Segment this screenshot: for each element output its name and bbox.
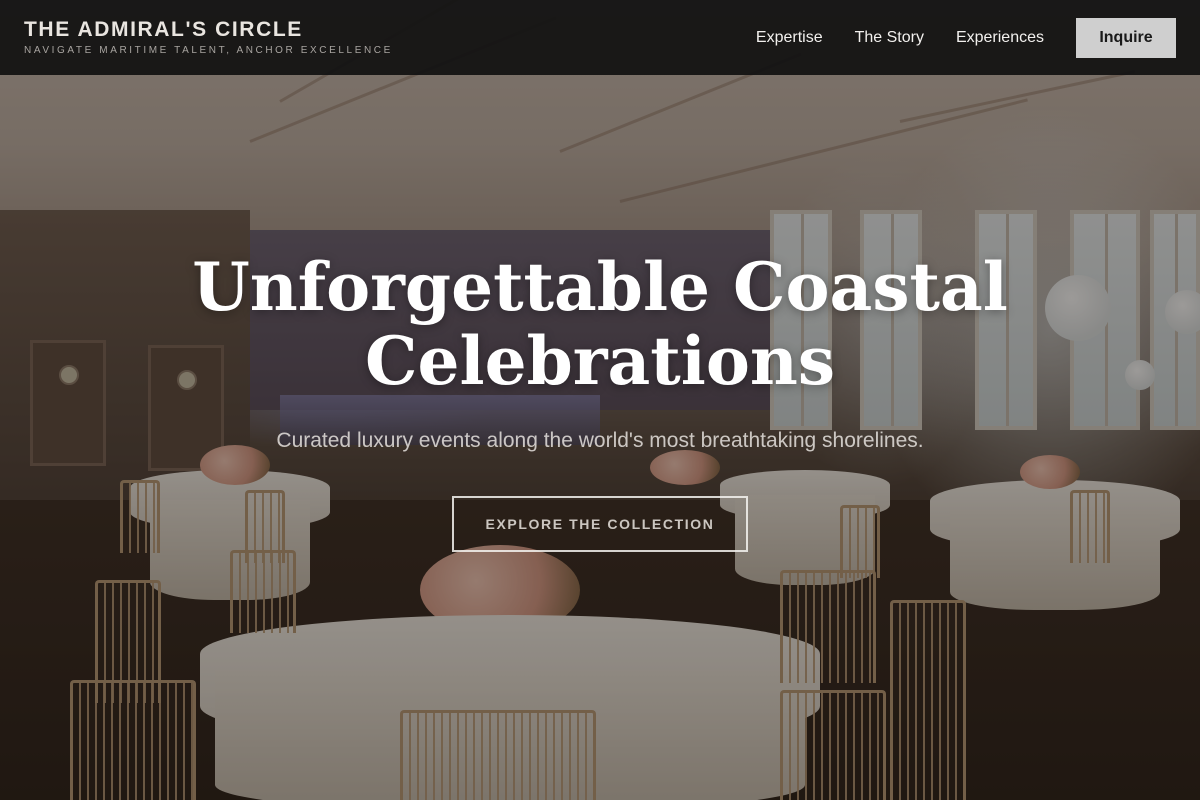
nav-link-expertise[interactable]: Expertise: [756, 29, 823, 47]
site-header: THE ADMIRAL'S CIRCLE NAVIGATE MARITIME T…: [0, 0, 1200, 75]
nav-link-experiences[interactable]: Experiences: [956, 29, 1044, 47]
hero-title: Unforgettable Coastal Celebrations: [192, 248, 1008, 400]
explore-collection-button[interactable]: EXPLORE THE COLLECTION: [452, 496, 748, 552]
brand[interactable]: THE ADMIRAL'S CIRCLE NAVIGATE MARITIME T…: [24, 18, 393, 57]
hero: Unforgettable Coastal Celebrations Curat…: [0, 250, 1200, 552]
nav-link-the-story[interactable]: The Story: [855, 29, 924, 47]
brand-tagline: NAVIGATE MARITIME TALENT, ANCHOR EXCELLE…: [24, 45, 393, 56]
page: THE ADMIRAL'S CIRCLE NAVIGATE MARITIME T…: [0, 0, 1200, 800]
inquire-button[interactable]: Inquire: [1076, 18, 1176, 58]
main-nav: Expertise The Story Experiences Inquire: [756, 18, 1176, 58]
brand-title[interactable]: THE ADMIRAL'S CIRCLE: [24, 18, 393, 42]
hero-subtitle: Curated luxury events along the world's …: [276, 429, 924, 452]
